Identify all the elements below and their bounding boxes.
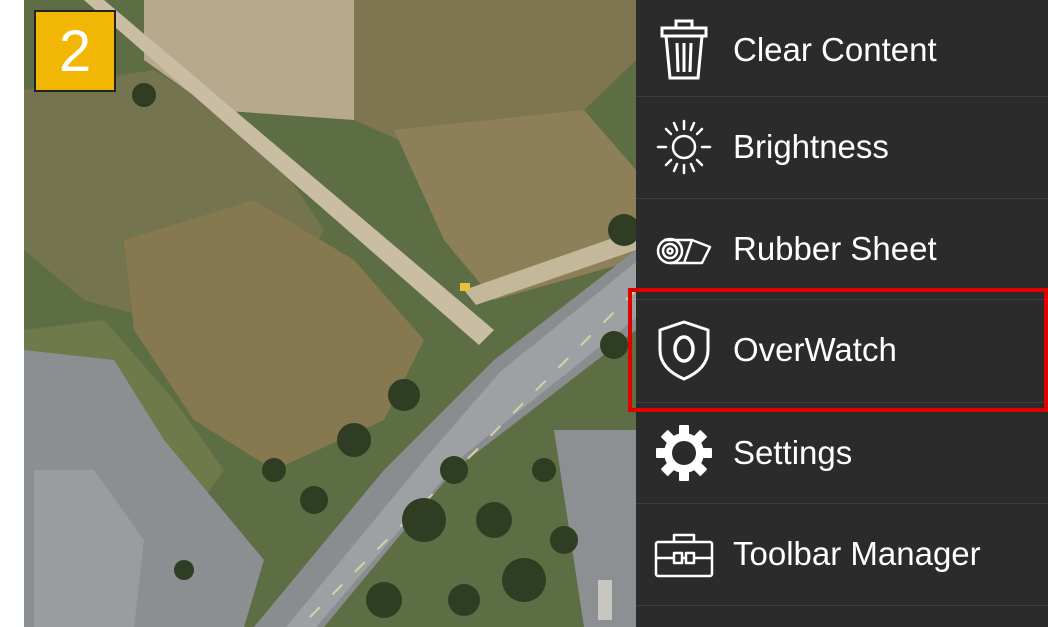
menu-item-label: OverWatch xyxy=(733,331,897,368)
toolbox-icon xyxy=(654,533,714,578)
menu-item-brightness[interactable]: Brightness xyxy=(636,97,1048,199)
menu-item-settings[interactable]: Settings xyxy=(636,403,1048,504)
sun-icon xyxy=(656,119,712,175)
step-number-badge: 2 xyxy=(34,10,116,92)
options-menu: Clear Content Brightness Rubber Sheet Ov… xyxy=(636,0,1048,627)
menu-item-label: Clear Content xyxy=(733,31,937,68)
menu-item-label: Settings xyxy=(733,434,853,471)
menu-item-label: Toolbar Manager xyxy=(733,535,981,572)
menu-item-clear-content[interactable]: Clear Content xyxy=(636,0,1048,97)
app-screen: 2 Clear Content Brightness Rubber Sheet … xyxy=(24,0,1048,627)
menu-item-label: Brightness xyxy=(733,128,889,165)
gear-icon xyxy=(656,425,712,481)
trash-icon xyxy=(660,19,708,80)
menu-item-toolbar-manager[interactable]: Toolbar Manager xyxy=(636,504,1048,606)
menu-item-rubber-sheet[interactable]: Rubber Sheet xyxy=(636,199,1048,300)
menu-item-overwatch[interactable]: OverWatch xyxy=(636,300,1048,403)
shield-icon xyxy=(658,320,710,381)
rubber-sheet-icon xyxy=(656,237,712,265)
menu-item-label: Rubber Sheet xyxy=(733,230,937,267)
